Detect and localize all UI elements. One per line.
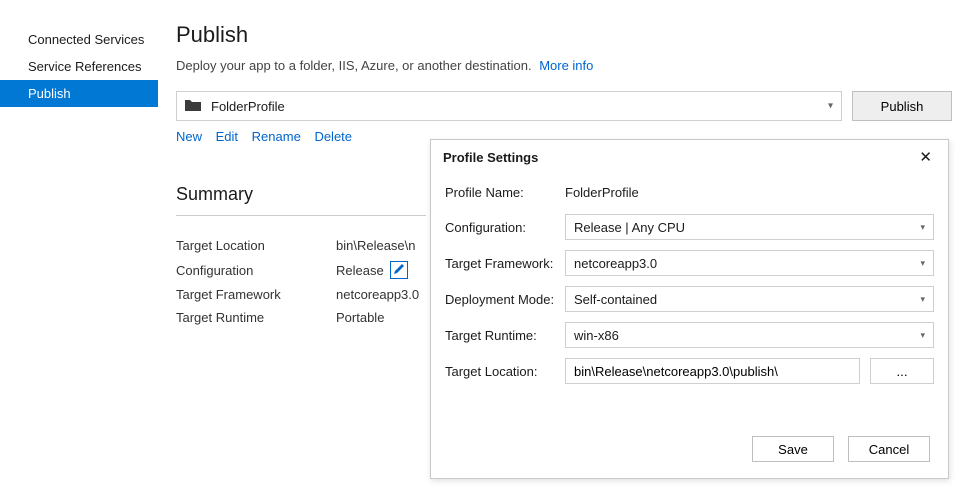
summary-value-configuration: Release: [336, 263, 384, 278]
target-framework-select-value: netcoreapp3.0: [574, 256, 657, 271]
folder-icon: [185, 99, 211, 114]
more-info-link[interactable]: More info: [539, 58, 593, 73]
profile-selected-label: FolderProfile: [211, 99, 285, 114]
browse-button[interactable]: ...: [870, 358, 934, 384]
edit-configuration-button[interactable]: [390, 261, 408, 279]
new-link[interactable]: New: [176, 129, 202, 144]
save-button[interactable]: Save: [752, 436, 834, 462]
edit-link[interactable]: Edit: [216, 129, 238, 144]
publish-button[interactable]: Publish: [852, 91, 952, 121]
summary-value-target-framework: netcoreapp3.0: [336, 287, 419, 302]
chevron-down-icon: ▾: [920, 258, 925, 269]
deployment-mode-select[interactable]: Self-contained ▾: [565, 286, 934, 312]
chevron-down-icon: ▾: [920, 222, 925, 233]
delete-link[interactable]: Delete: [314, 129, 352, 144]
chevron-down-icon: ▾: [920, 330, 925, 341]
deployment-mode-select-value: Self-contained: [574, 292, 657, 307]
summary-label-configuration: Configuration: [176, 263, 336, 278]
label-target-framework: Target Framework:: [445, 256, 565, 271]
sidebar-item-service-references[interactable]: Service References: [0, 53, 158, 80]
summary-label-target-location: Target Location: [176, 238, 336, 253]
rename-link[interactable]: Rename: [252, 129, 301, 144]
target-runtime-select-value: win-x86: [574, 328, 619, 343]
summary-title: Summary: [176, 184, 426, 216]
label-deployment-mode: Deployment Mode:: [445, 292, 565, 307]
summary-label-target-runtime: Target Runtime: [176, 310, 336, 325]
summary-value-target-runtime: Portable: [336, 310, 384, 325]
cancel-button[interactable]: Cancel: [848, 436, 930, 462]
label-profile-name: Profile Name:: [445, 185, 565, 200]
pencil-icon: [393, 263, 405, 278]
dialog-close-button[interactable]: ✕: [915, 148, 936, 167]
chevron-down-icon: ▾: [920, 294, 925, 305]
configuration-select[interactable]: Release | Any CPU ▾: [565, 214, 934, 240]
target-framework-select[interactable]: netcoreapp3.0 ▾: [565, 250, 934, 276]
label-target-location: Target Location:: [445, 364, 565, 379]
sidebar-item-connected-services[interactable]: Connected Services: [0, 26, 158, 53]
chevron-down-icon: ▾: [828, 101, 833, 112]
page-subtitle-text: Deploy your app to a folder, IIS, Azure,…: [176, 58, 532, 73]
dialog-title: Profile Settings: [443, 150, 538, 165]
target-runtime-select[interactable]: win-x86 ▾: [565, 322, 934, 348]
target-location-input[interactable]: [565, 358, 860, 384]
value-profile-name: FolderProfile: [565, 181, 639, 204]
close-icon: ✕: [919, 149, 932, 166]
label-configuration: Configuration:: [445, 220, 565, 235]
page-title: Publish: [176, 22, 952, 48]
profile-settings-dialog: Profile Settings ✕ Profile Name: FolderP…: [430, 139, 949, 479]
sidebar-item-publish[interactable]: Publish: [0, 80, 158, 107]
page-subtitle: Deploy your app to a folder, IIS, Azure,…: [176, 58, 952, 73]
profile-select[interactable]: FolderProfile ▾: [176, 91, 842, 121]
configuration-select-value: Release | Any CPU: [574, 220, 685, 235]
summary-value-target-location: bin\Release\n: [336, 238, 416, 253]
summary-label-target-framework: Target Framework: [176, 287, 336, 302]
label-target-runtime: Target Runtime:: [445, 328, 565, 343]
sidebar: Connected Services Service References Pu…: [0, 0, 158, 504]
